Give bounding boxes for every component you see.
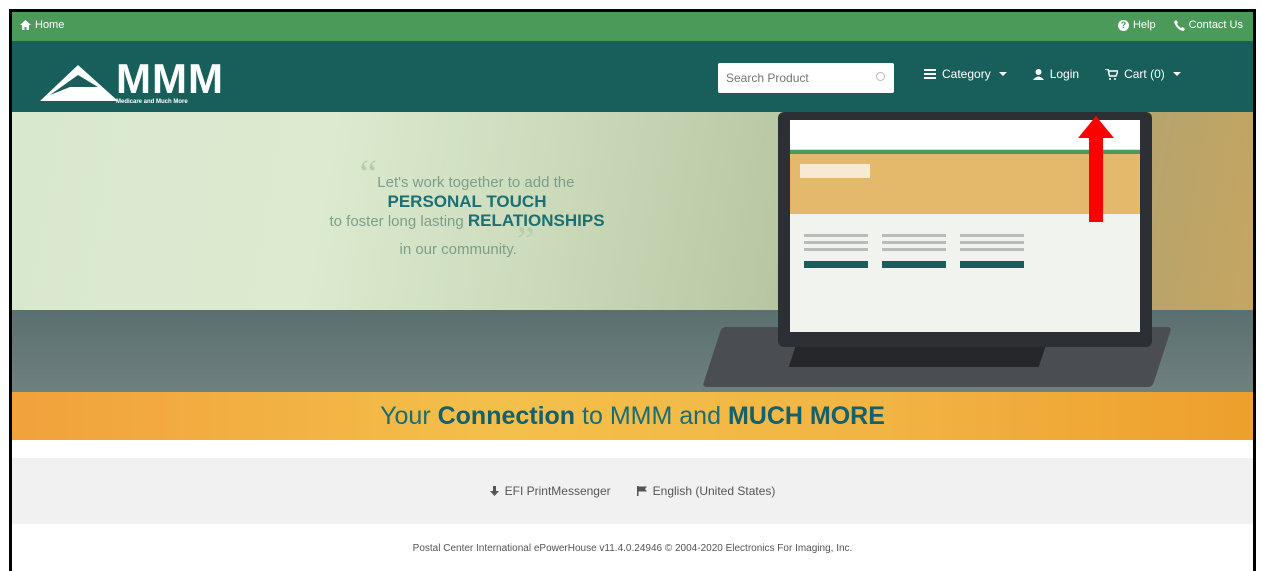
user-icon [1032,68,1044,80]
top-bar: Home ? Help Contact Us [12,12,1253,41]
main-navbar: MMM Medicare and Much More Category Logi… [12,41,1253,112]
logo-text: MMM [116,55,224,102]
category-menu[interactable]: Category [924,67,1007,81]
quote-line-4: in our community. [399,241,517,258]
tagline-stripe: Your Connection to MMM and MUCH MORE [12,392,1253,440]
help-icon: ? [1117,19,1129,31]
quote-line-3a: to foster long lasting [329,213,464,230]
language-link[interactable]: English (United States) [636,484,776,498]
home-link[interactable]: Home [20,19,64,31]
home-icon [20,20,31,30]
cart-menu[interactable]: Cart (0) [1105,67,1181,81]
stripe-word-4: MUCH MORE [727,402,885,430]
open-quote-icon: “ [359,151,378,196]
cart-icon [1105,68,1119,80]
copyright-footer: Postal Center International ePowerHouse … [12,524,1253,571]
stripe-word-3: to MMM and [582,402,721,430]
chevron-down-icon [998,72,1007,76]
search-box [718,63,894,93]
list-icon [924,69,936,79]
language-label: English (United States) [652,484,776,498]
banner-quote: “Let's work together to add the PERSONAL… [282,154,652,261]
red-arrow-annotation [1078,116,1114,222]
mmm-logo[interactable]: MMM Medicare and Much More [40,53,250,105]
contact-label: Contact Us [1188,19,1243,31]
logo-mountain-icon [40,65,118,101]
login-label: Login [1049,67,1080,81]
hero-banner: “Let's work together to add the PERSONAL… [12,112,1253,392]
login-link[interactable]: Login [1032,67,1080,81]
contact-link[interactable]: Contact Us [1173,19,1243,31]
cart-label: Cart (0) [1124,67,1165,81]
search-input[interactable] [726,71,866,85]
close-quote-icon: ” [516,218,535,263]
help-link[interactable]: ? Help [1117,19,1156,31]
footer-links: EFI PrintMessenger English (United State… [12,458,1253,524]
quote-line-2: PERSONAL TOUCH [387,192,547,211]
logo-tagline: Medicare and Much More [116,99,188,105]
search-icon[interactable] [876,72,885,81]
printmessenger-link[interactable]: EFI PrintMessenger [489,484,611,498]
browser-page: Home ? Help Contact Us MMM Medicare and … [9,9,1256,571]
phone-icon [1173,19,1185,31]
download-icon [489,486,499,496]
help-label: Help [1132,19,1156,31]
chevron-down-icon [1172,72,1181,76]
quote-line-1: Let's work together to add the [377,174,575,191]
stripe-word-2: Connection [437,402,576,430]
printmessenger-label: EFI PrintMessenger [504,484,611,498]
quote-line-3b: RELATIONSHIPS [467,211,605,230]
category-label: Category [942,67,991,81]
stripe-word-1: Your [380,402,431,430]
flag-icon [636,486,647,496]
home-label: Home [35,19,65,31]
